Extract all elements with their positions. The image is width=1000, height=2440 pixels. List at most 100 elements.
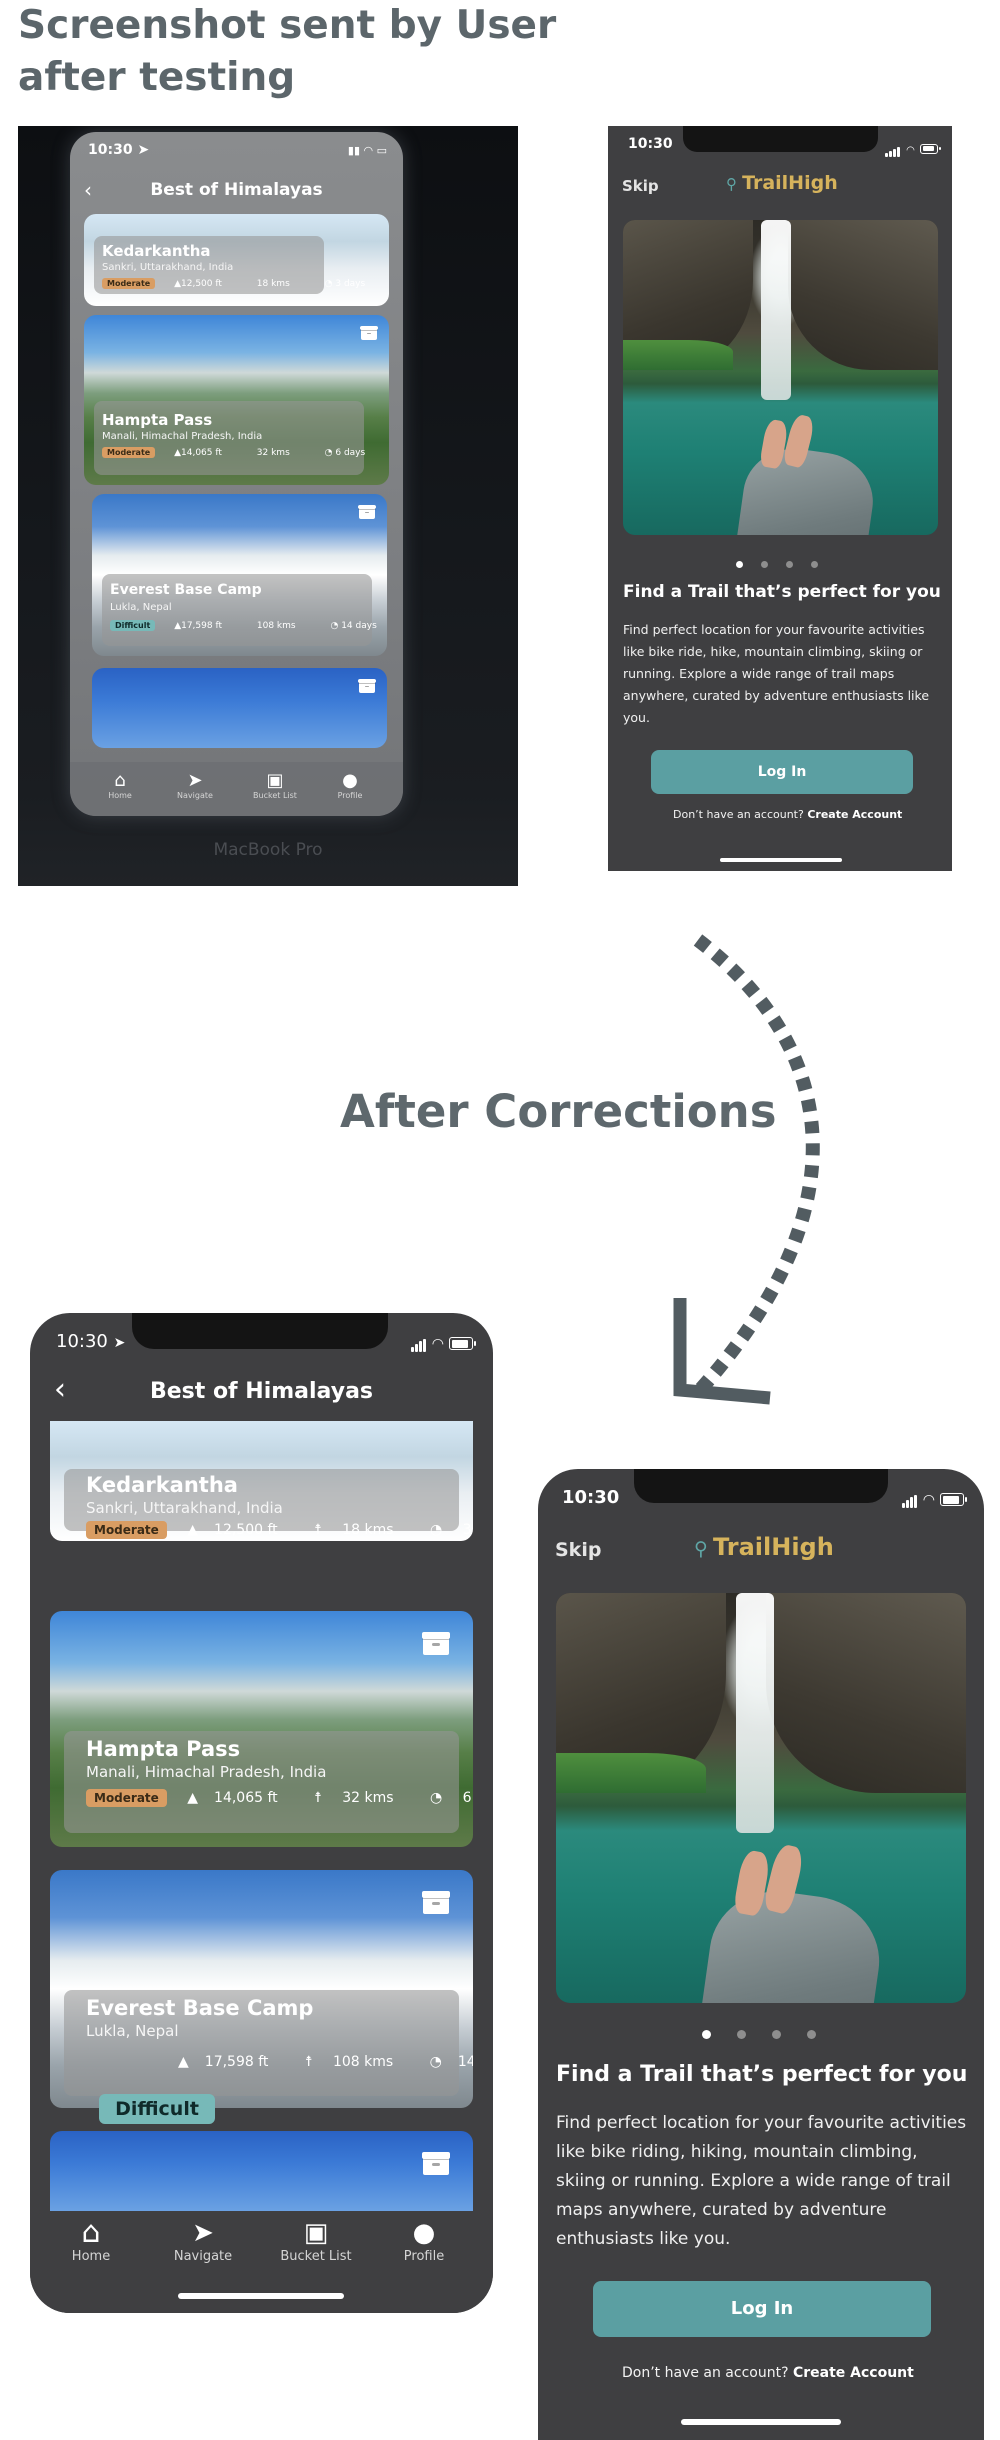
notch [683,126,878,152]
distance-text: ☨ 18 kms [314,1522,394,1538]
rock [788,220,938,370]
create-account-line: Don’t have an account? Create Account [673,808,902,821]
tab-home[interactable]: ⌂ Home [90,770,150,800]
tab-bucket-list[interactable]: ▣ Bucket List [240,770,310,800]
page-dot[interactable] [786,561,793,568]
page-indicator[interactable] [736,553,818,572]
page-indicator[interactable] [702,2024,816,2043]
status-icons: ◠ [901,1489,967,1508]
elevation-text: ▲14,065 ft [174,448,222,458]
photo-card-hampta[interactable]: Hampta Pass Manali, Himachal Pradesh, In… [84,315,389,485]
card-location: Sankri, Uttarakhand, India [102,262,234,273]
photo-card-kedarkantha[interactable]: Kedarkantha Sankri, Uttarakhand, India M… [84,214,389,306]
no-account-text: Don’t have an account? [622,2365,789,2381]
duration-text: ◔ 6 days [429,1790,473,1806]
archive-icon[interactable] [358,505,376,519]
archive-icon[interactable] [422,1632,450,1655]
trail-card-everest[interactable]: Everest Base Camp Lukla, Nepal ▲ 17,598 f… [50,1870,473,2108]
laptop-label: MacBook Pro [213,840,323,860]
photo-card-partial[interactable] [92,668,387,748]
difficulty-badge-difficult: Difficult [99,2094,215,2124]
logo-text: TrailHigh [742,172,838,194]
wifi-icon: ◠ [906,145,915,156]
tab-label: Home [108,791,132,800]
tab-label: Bucket List [280,2249,352,2264]
page-dot[interactable] [811,561,818,568]
status-icons: ◠ [410,1333,476,1352]
trail-card-kedarkantha[interactable]: Kedarkantha Sankri, Uttarakhand, India M… [50,1421,473,1541]
archive-icon[interactable] [360,326,378,340]
trail-card-partial[interactable] [50,2131,473,2211]
create-account-link[interactable]: Create Account [807,808,902,821]
tab-navigate[interactable]: ➤ Navigate [165,770,225,800]
photo-card-everest[interactable]: Everest Base Camp Lukla, Nepal Difficult… [92,494,387,656]
duration-text: ◔ 3 days [324,279,366,289]
home-icon: ⌂ [114,770,126,791]
navigate-icon: ➤ [187,770,203,791]
archive-icon[interactable] [358,679,376,693]
home-indicator [720,858,842,862]
create-account-line: Don’t have an account? Create Account [622,2365,914,2381]
bucket-list-icon: ▣ [303,2218,329,2248]
clock-icon: ◔ [429,1790,443,1806]
elevation-text: ▲17,598 ft [174,621,223,631]
card-name: Kedarkantha [102,242,211,260]
login-button[interactable]: Log In [651,750,913,794]
navigate-icon: ➤ [192,2218,214,2248]
waterfall [761,220,791,400]
distance-text: 108 kms [256,621,296,631]
battery-icon [940,1493,967,1506]
archive-icon[interactable] [422,2152,450,2175]
photo-tab-bar: ⌂ Home ➤ Navigate ▣ Bucket List ● Profile [70,762,403,816]
card-stats: Moderate ▲12,500 ft ☨ 18 kms ◔ 3 days [86,1521,473,1539]
tab-label: Home [71,2249,111,2264]
duration-text: ◔ 14 days [330,621,377,631]
page-dot[interactable] [737,2030,746,2039]
page-dot[interactable] [772,2030,781,2039]
tab-bucket-list[interactable]: ▣ Bucket List [271,2217,361,2264]
page-dot[interactable] [702,2030,711,2039]
tab-navigate[interactable]: ➤ Navigate [163,2217,243,2264]
page-dot[interactable] [807,2030,816,2039]
distance-text: 18 kms [256,279,290,289]
skip-button[interactable]: Skip [622,177,659,195]
trail-card-hampta[interactable]: Hampta Pass Manali, Himachal Pradesh, In… [50,1611,473,1847]
battery-icon [449,1337,476,1350]
tab-home[interactable]: ⌂ Home [58,2217,124,2265]
tab-bar: ⌂ Home ➤ Navigate ▣ Bucket List ● Profile [30,2211,493,2313]
tab-label: Navigate [177,791,213,800]
card-stats: Moderate ▲14,065 ft ☨ 32 kms ◔ 6 days [86,1789,473,1807]
onboarding-screen-original: 10:30 ◠ Skip ⚲ TrailHigh Find a Trail th… [608,126,952,871]
difficulty-badge: Moderate [86,1521,167,1539]
card-stats: Moderate ▲14,065 ft 32 kms ◔ 6 days [102,447,389,458]
clock-icon: ◔ [429,2054,442,2070]
login-button[interactable]: Log In [593,2281,931,2337]
hiker-icon: ☨ [304,2054,313,2070]
photo-nav-title: Best of Himalayas [150,180,323,200]
create-account-link[interactable]: Create Account [793,2365,914,2381]
card-stats: Difficult ▲17,598 ft 108 kms ◔ 14 days [110,620,387,631]
list-screen-corrected: 10:30 ➤ ◠ ‹ Best of Himalayas Kedarkanth… [30,1313,493,2313]
signal-icon [901,1489,918,1508]
pin-icon: ⚲ [726,175,737,193]
moss [556,1753,706,1793]
tab-label: Navigate [173,2249,233,2264]
difficulty-badge: Moderate [86,1789,167,1807]
page-dot[interactable] [761,561,768,568]
logo: ⚲ TrailHigh [694,1533,834,1561]
nav-title: Best of Himalayas [149,1379,374,1404]
tab-label: Profile [403,2249,445,2264]
skip-button[interactable]: Skip [555,1539,601,1561]
tab-profile[interactable]: ● Profile [320,770,380,800]
page-dot[interactable] [736,561,743,568]
tab-label: Profile [337,791,363,800]
photo-status-icons: ▮▮ ◠ ▭ [347,144,387,157]
distance-text: ☨ 108 kms [304,2054,394,2070]
tab-profile[interactable]: ● Profile [391,2217,457,2264]
waterfall-image [623,220,938,535]
onboarding-title: Find a Trail that’s perfect for you [556,2062,968,2087]
signal-icon [410,1333,427,1352]
card-location: Lukla, Nepal [110,602,172,613]
archive-icon[interactable] [422,1891,450,1914]
duration-text: ◔ 6 days [324,448,366,458]
